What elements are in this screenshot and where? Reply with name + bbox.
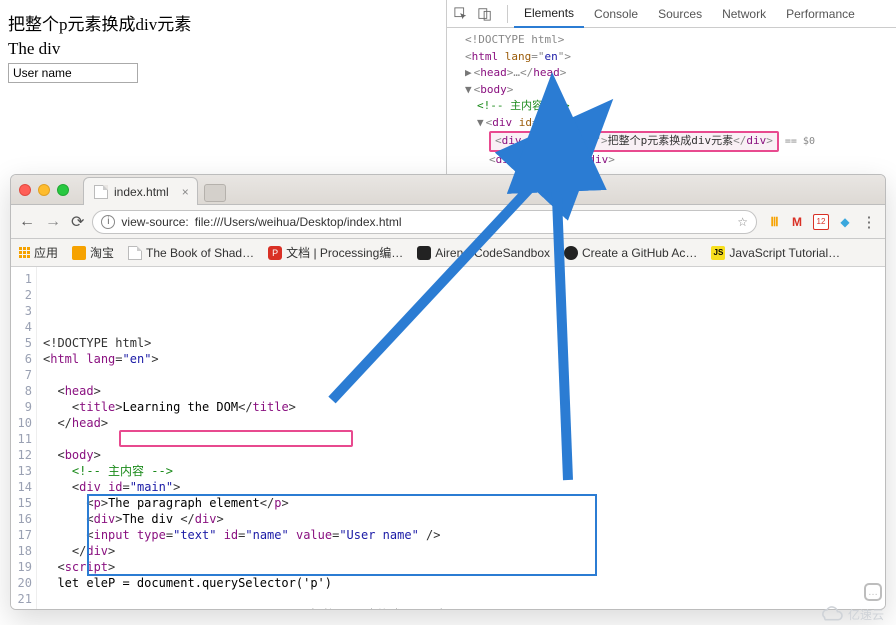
apps-button[interactable]: 应用 bbox=[19, 244, 58, 261]
wechat-icon: … bbox=[864, 583, 882, 601]
line-gutter: 12345678910111213141516171819202122 bbox=[11, 267, 37, 609]
tab-performance[interactable]: Performance bbox=[776, 1, 865, 27]
calendar-icon[interactable]: 12 bbox=[813, 214, 829, 230]
processing-icon: P bbox=[268, 246, 282, 260]
page-preview: 把整个p元素换成div元素 The div bbox=[8, 10, 438, 83]
site-info-icon[interactable]: i bbox=[101, 215, 115, 229]
tab-network[interactable]: Network bbox=[712, 1, 776, 27]
bookmark-codesandbox[interactable]: Airen - CodeSandbox bbox=[417, 246, 550, 260]
minimize-icon[interactable] bbox=[38, 184, 50, 196]
tab-console[interactable]: Console bbox=[584, 1, 648, 27]
bookmark-taobao[interactable]: 淘宝 bbox=[72, 244, 114, 261]
github-icon bbox=[564, 246, 578, 260]
wechat-watermark: … bbox=[864, 583, 882, 601]
omnibox-scheme: view-source: bbox=[121, 215, 188, 229]
yisu-watermark: 亿速云 bbox=[818, 605, 884, 623]
file-icon bbox=[94, 185, 108, 199]
close-icon[interactable] bbox=[19, 184, 31, 196]
browser-window: index.html × ← → ⟳ i view-source: file://… bbox=[10, 174, 886, 610]
address-bar: ← → ⟳ i view-source: file:///Users/weihua… bbox=[11, 205, 885, 239]
bookmark-js[interactable]: JSJavaScript Tutorial… bbox=[711, 246, 840, 260]
extension-icons: Ⅲ M 12 ◆ ⋮ bbox=[765, 214, 877, 230]
apps-icon bbox=[19, 247, 30, 258]
device-icon[interactable] bbox=[477, 6, 493, 22]
codesandbox-icon bbox=[417, 246, 431, 260]
tab-close-icon[interactable]: × bbox=[182, 185, 189, 199]
selection-badge: == $0 bbox=[785, 134, 815, 149]
taobao-icon bbox=[72, 246, 86, 260]
reload-button[interactable]: ⟳ bbox=[71, 212, 84, 232]
traffic-lights bbox=[19, 184, 69, 196]
menu-icon[interactable]: ⋮ bbox=[861, 214, 877, 230]
forward-button[interactable]: → bbox=[45, 213, 61, 231]
source-code[interactable]: <!DOCTYPE html><html lang="en"> <head> <… bbox=[37, 267, 885, 609]
preview-line1: 把整个p元素换成div元素 bbox=[8, 10, 438, 35]
bookmark-github[interactable]: Create a GitHub Ac… bbox=[564, 246, 697, 260]
omnibox-url: file:///Users/weihua/Desktop/index.html bbox=[195, 215, 402, 229]
ext-icon-4[interactable]: ◆ bbox=[837, 214, 853, 230]
preview-line2: The div bbox=[8, 39, 438, 59]
devtools-tabbar: Elements Console Sources Network Perform… bbox=[447, 0, 896, 28]
bookmark-shaders[interactable]: The Book of Shad… bbox=[128, 246, 254, 260]
top-split: 把整个p元素换成div元素 The div Elements Console S… bbox=[0, 0, 896, 174]
new-tab-button[interactable] bbox=[204, 184, 226, 202]
bookmark-processing[interactable]: P文档 | Processing编… bbox=[268, 244, 403, 261]
tab-elements[interactable]: Elements bbox=[514, 0, 584, 28]
devtools-panel: Elements Console Sources Network Perform… bbox=[446, 0, 896, 174]
bookmarks-bar: 应用 淘宝 The Book of Shad… P文档 | Processing… bbox=[11, 239, 885, 267]
preview-name-input[interactable] bbox=[8, 63, 138, 83]
omnibox[interactable]: i view-source: file:///Users/weihua/Deskt… bbox=[92, 210, 757, 234]
tab-sources[interactable]: Sources bbox=[648, 1, 712, 27]
bookmark-star-icon[interactable]: ☆ bbox=[737, 215, 748, 229]
devtools-selected-node[interactable]: <div class="new">把整个p元素换成div元素</div> == … bbox=[453, 131, 890, 152]
gmail-icon[interactable]: M bbox=[789, 214, 805, 230]
titlebar: index.html × bbox=[11, 175, 885, 205]
ext-icon-1[interactable]: Ⅲ bbox=[765, 214, 781, 230]
devtools-dom-tree[interactable]: <!DOCTYPE html> <html lang="en"> ▶<head>… bbox=[447, 28, 896, 172]
back-button[interactable]: ← bbox=[19, 213, 35, 231]
view-source-pane: 12345678910111213141516171819202122 <!DO… bbox=[11, 267, 885, 609]
tab-index-html[interactable]: index.html × bbox=[83, 177, 198, 205]
file-icon bbox=[128, 246, 142, 260]
js-icon: JS bbox=[711, 246, 725, 260]
tab-title: index.html bbox=[114, 185, 169, 199]
zoom-icon[interactable] bbox=[57, 184, 69, 196]
inspect-icon[interactable] bbox=[453, 6, 469, 22]
